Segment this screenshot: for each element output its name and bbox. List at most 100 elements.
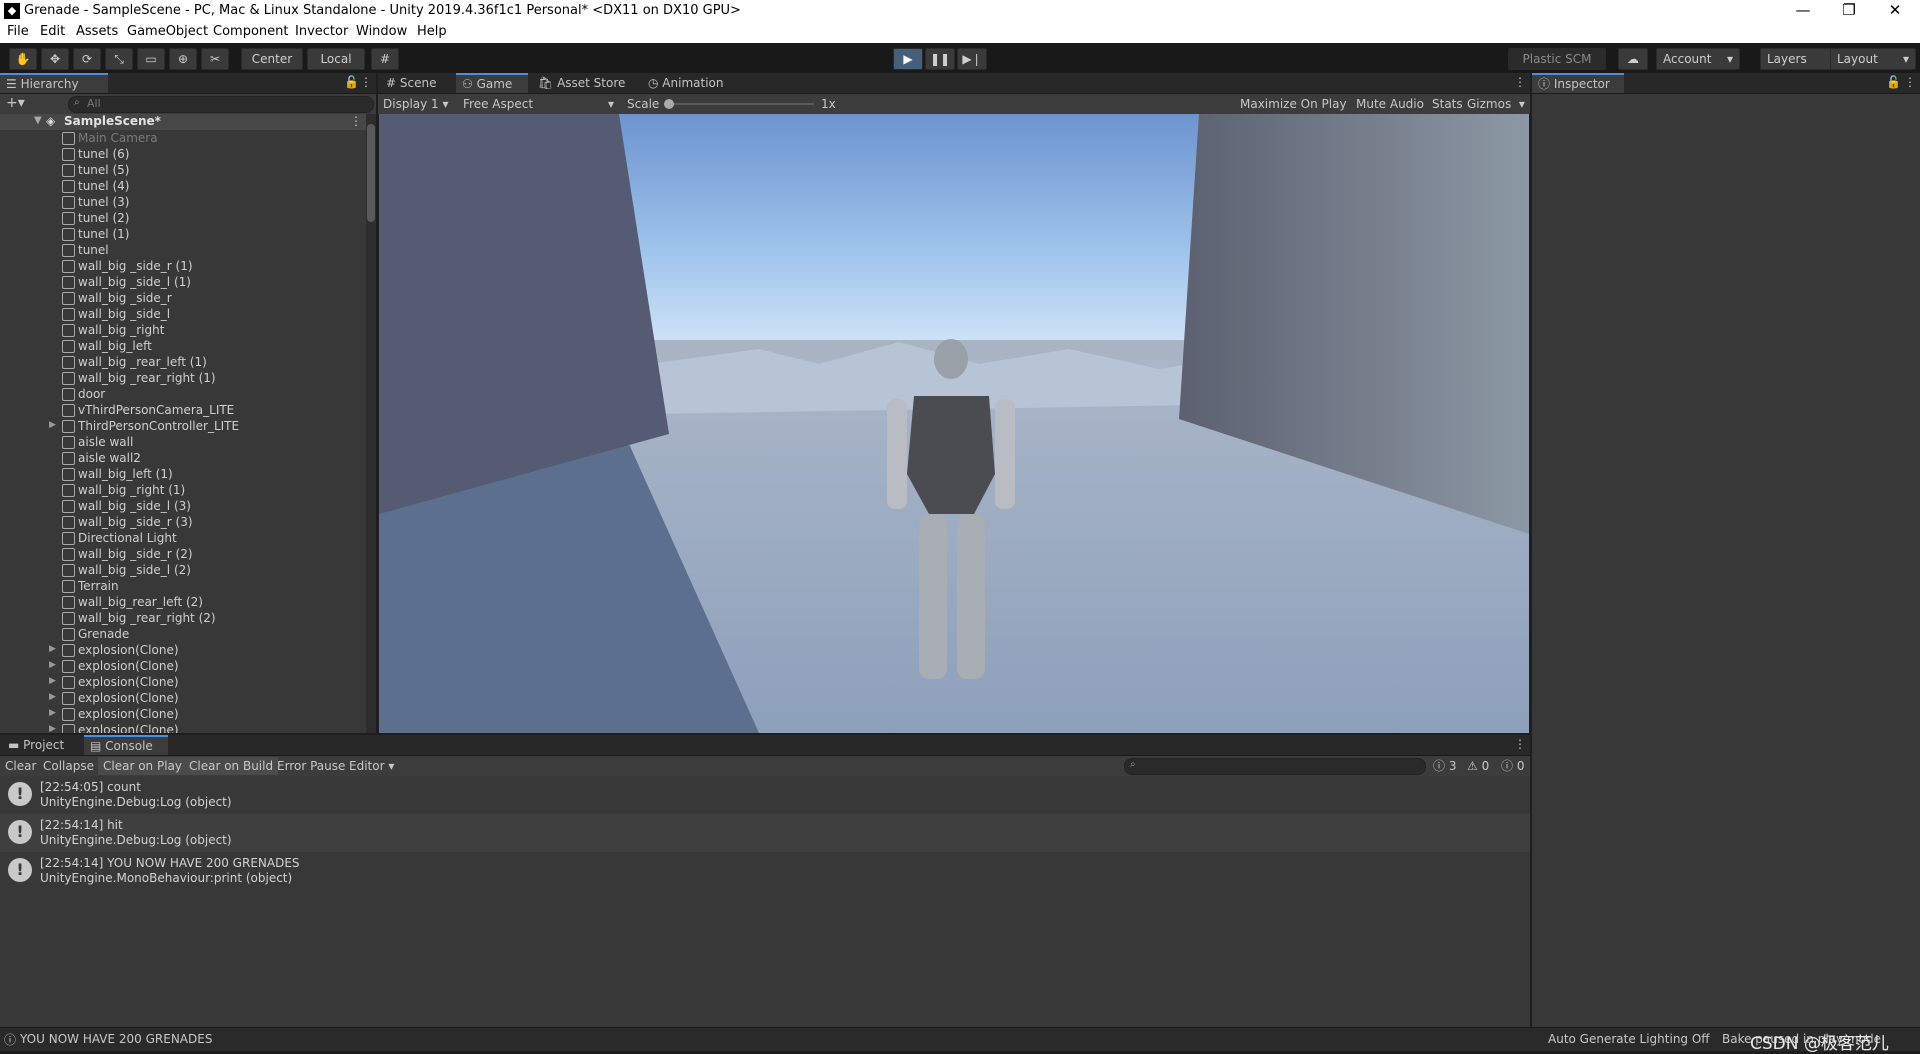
- hierarchy-row[interactable]: Directional Light: [0, 530, 366, 546]
- hierarchy-row[interactable]: ▶ explosion(Clone): [0, 674, 366, 690]
- hierarchy-row[interactable]: wall_big _side_l (1): [0, 274, 366, 290]
- hierarchy-row[interactable]: tunel (6): [0, 146, 366, 162]
- hierarchy-row[interactable]: wall_big _side_r (3): [0, 514, 366, 530]
- chevron-right-icon[interactable]: ▶: [49, 692, 56, 702]
- hierarchy-row[interactable]: Main Camera: [0, 130, 366, 146]
- menu-gameobject[interactable]: GameObject: [127, 24, 208, 39]
- add-icon[interactable]: +▾: [6, 95, 25, 111]
- hierarchy-row[interactable]: ▶ explosion(Clone): [0, 658, 366, 674]
- status-message[interactable]: YOU NOW HAVE 200 GRENADES: [20, 1032, 212, 1046]
- hierarchy-row[interactable]: wall_big _side_r (2): [0, 546, 366, 562]
- collapse-button[interactable]: Collapse: [38, 757, 99, 775]
- log-count-toggle[interactable]: ⓘ 3: [1428, 757, 1461, 775]
- rect-tool-icon[interactable]: ▭: [137, 48, 165, 70]
- tab-game[interactable]: ⚇ Game: [456, 73, 528, 93]
- hierarchy-row[interactable]: aisle wall: [0, 434, 366, 450]
- hierarchy-row[interactable]: wall_big _right (1): [0, 482, 366, 498]
- layout-dropdown[interactable]: Layout ▾: [1830, 48, 1916, 70]
- hierarchy-row[interactable]: door: [0, 386, 366, 402]
- menu-edit[interactable]: Edit: [40, 24, 65, 39]
- hierarchy-row[interactable]: wall_big _side_r: [0, 290, 366, 306]
- grid-snap-icon[interactable]: #: [371, 48, 399, 70]
- step-button[interactable]: ▶❘: [957, 48, 987, 70]
- error-count-toggle[interactable]: ⓘ 0: [1496, 757, 1529, 775]
- tab-hierarchy[interactable]: ☰ Hierarchy: [0, 73, 108, 93]
- hierarchy-row[interactable]: wall_big_left: [0, 338, 366, 354]
- scene-menu-icon[interactable]: ⋮: [350, 114, 362, 128]
- hierarchy-row[interactable]: ▶ explosion(Clone): [0, 722, 366, 733]
- scrollbar-thumb[interactable]: [367, 124, 375, 222]
- tab-animation[interactable]: ◷ Animation: [642, 73, 729, 93]
- lock-icon[interactable]: 🔓: [1886, 75, 1901, 89]
- error-pause-toggle[interactable]: Error Pause: [272, 757, 350, 775]
- pivot-local-button[interactable]: Local: [307, 48, 365, 70]
- maximize-button[interactable]: ❐: [1826, 0, 1872, 22]
- hierarchy-row[interactable]: wall_big _side_r (1): [0, 258, 366, 274]
- menu-invector[interactable]: Invector: [295, 24, 348, 39]
- more-menu-icon[interactable]: ⋮: [360, 75, 372, 89]
- display-dropdown[interactable]: Display 1 ▾: [378, 95, 454, 113]
- game-viewport[interactable]: [379, 114, 1529, 733]
- scale-tool-icon[interactable]: ⤡: [105, 48, 133, 70]
- custom-tool-icon[interactable]: ✂: [201, 48, 229, 70]
- pivot-center-button[interactable]: Center: [241, 48, 303, 70]
- transform-tool-icon[interactable]: ⊕: [169, 48, 197, 70]
- menu-window[interactable]: Window: [356, 24, 407, 39]
- editor-dropdown[interactable]: Editor ▾: [344, 757, 399, 775]
- more-menu-icon[interactable]: ⋮: [1904, 75, 1916, 89]
- tab-console[interactable]: ▤ Console: [84, 735, 168, 755]
- move-tool-icon[interactable]: ✥: [41, 48, 69, 70]
- console-search-input[interactable]: ⌕: [1124, 758, 1426, 775]
- tab-asset-store[interactable]: 🛍 Asset Store: [532, 73, 631, 93]
- more-menu-icon[interactable]: ⋮: [1514, 737, 1526, 751]
- hierarchy-row[interactable]: ▶ explosion(Clone): [0, 690, 366, 706]
- lock-icon[interactable]: 🔓: [344, 75, 359, 89]
- hierarchy-row[interactable]: ▶ ThirdPersonController_LITE: [0, 418, 366, 434]
- scale-slider[interactable]: [664, 99, 814, 109]
- hierarchy-row[interactable]: wall_big _rear_left (1): [0, 354, 366, 370]
- chevron-right-icon[interactable]: ▶: [49, 708, 56, 718]
- chevron-right-icon[interactable]: ▶: [49, 420, 56, 430]
- chevron-right-icon[interactable]: ▶: [49, 724, 56, 733]
- hierarchy-row[interactable]: tunel (1): [0, 226, 366, 242]
- pause-button[interactable]: ❚❚: [925, 48, 955, 70]
- hierarchy-row[interactable]: vThirdPersonCamera_LITE: [0, 402, 366, 418]
- menu-assets[interactable]: Assets: [76, 24, 118, 39]
- play-button[interactable]: ▶: [893, 48, 923, 70]
- hierarchy-row[interactable]: ▶ explosion(Clone): [0, 706, 366, 722]
- hierarchy-row[interactable]: aisle wall2: [0, 450, 366, 466]
- hierarchy-row[interactable]: wall_big _side_l: [0, 306, 366, 322]
- hierarchy-search-input[interactable]: ⌕ All: [68, 96, 374, 113]
- menu-file[interactable]: File: [7, 24, 29, 39]
- scale-slider-knob[interactable]: [664, 99, 674, 109]
- minimize-button[interactable]: —: [1780, 0, 1826, 22]
- console-log-entry[interactable]: ! [22:54:14] YOU NOW HAVE 200 GRENADES Uni…: [0, 852, 1530, 890]
- aspect-dropdown[interactable]: Free Aspect ▾: [458, 95, 618, 113]
- plastic-scm-button[interactable]: Plastic SCM: [1508, 48, 1606, 70]
- hierarchy-row[interactable]: wall_big _rear_right (2): [0, 610, 366, 626]
- console-log-entry[interactable]: ! [22:54:05] count UnityEngine.Debug:Log (…: [0, 776, 1530, 814]
- tab-scene[interactable]: # Scene: [380, 73, 442, 93]
- rotate-tool-icon[interactable]: ⟳: [73, 48, 101, 70]
- hierarchy-row[interactable]: tunel: [0, 242, 366, 258]
- hierarchy-row[interactable]: ▶ explosion(Clone): [0, 642, 366, 658]
- hierarchy-row[interactable]: tunel (3): [0, 194, 366, 210]
- maximize-on-play-toggle[interactable]: Maximize On Play: [1235, 95, 1352, 113]
- hierarchy-row[interactable]: wall_big _rear_right (1): [0, 370, 366, 386]
- hierarchy-row[interactable]: tunel (5): [0, 162, 366, 178]
- close-button[interactable]: ✕: [1872, 0, 1918, 22]
- console-log-entry[interactable]: ! [22:54:14] hit UnityEngine.Debug:Log (ob…: [0, 814, 1530, 852]
- hierarchy-row[interactable]: tunel (4): [0, 178, 366, 194]
- chevron-right-icon[interactable]: ▶: [49, 660, 56, 670]
- clear-button[interactable]: Clear: [0, 757, 41, 775]
- scene-header-row[interactable]: ▼ ◈ SampleScene* ⋮: [0, 114, 366, 130]
- hierarchy-row[interactable]: wall_big_rear_left (2): [0, 594, 366, 610]
- hand-tool-icon[interactable]: ✋: [9, 48, 37, 70]
- menu-help[interactable]: Help: [417, 24, 447, 39]
- hierarchy-row[interactable]: Grenade: [0, 626, 366, 642]
- gizmos-dropdown[interactable]: Gizmos ▾: [1462, 95, 1530, 113]
- menu-component[interactable]: Component: [213, 24, 288, 39]
- tab-inspector[interactable]: ⓘ Inspector: [1532, 73, 1624, 93]
- hierarchy-row[interactable]: wall_big _right: [0, 322, 366, 338]
- clear-on-build-toggle[interactable]: Clear on Build: [184, 757, 279, 775]
